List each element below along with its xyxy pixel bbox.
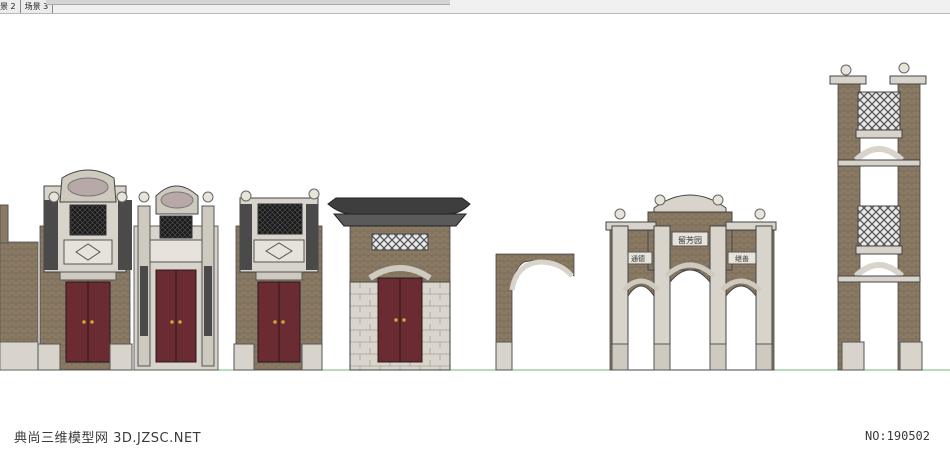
tab-bar-strip (46, 0, 450, 5)
gate-model-1 (37, 169, 133, 371)
partial-wall-left (0, 204, 39, 371)
brick-arch (495, 253, 575, 371)
watermark-site: 典尚三维模型网 3D.JZSC.NET (14, 431, 202, 446)
tab-scene-2[interactable]: 景 2 (0, 0, 21, 13)
triple-arch-gate: 留芳园 通德 继善 (605, 194, 777, 371)
viewport-3d[interactable]: 留芳园 通德 继善 (0, 14, 950, 451)
plaque-left: 通德 (631, 254, 645, 263)
tower-gate (829, 62, 927, 371)
gate-model-3 (233, 188, 323, 371)
plaque-center: 留芳园 (678, 235, 702, 245)
gate-model-4-tiled-roof (327, 197, 471, 371)
plaque-right: 继善 (735, 254, 749, 263)
gate-model-2 (133, 185, 219, 371)
watermark-model-number: NO:190502 (864, 429, 930, 443)
scene-tab-bar: 景 2 场景 3 (0, 0, 950, 14)
